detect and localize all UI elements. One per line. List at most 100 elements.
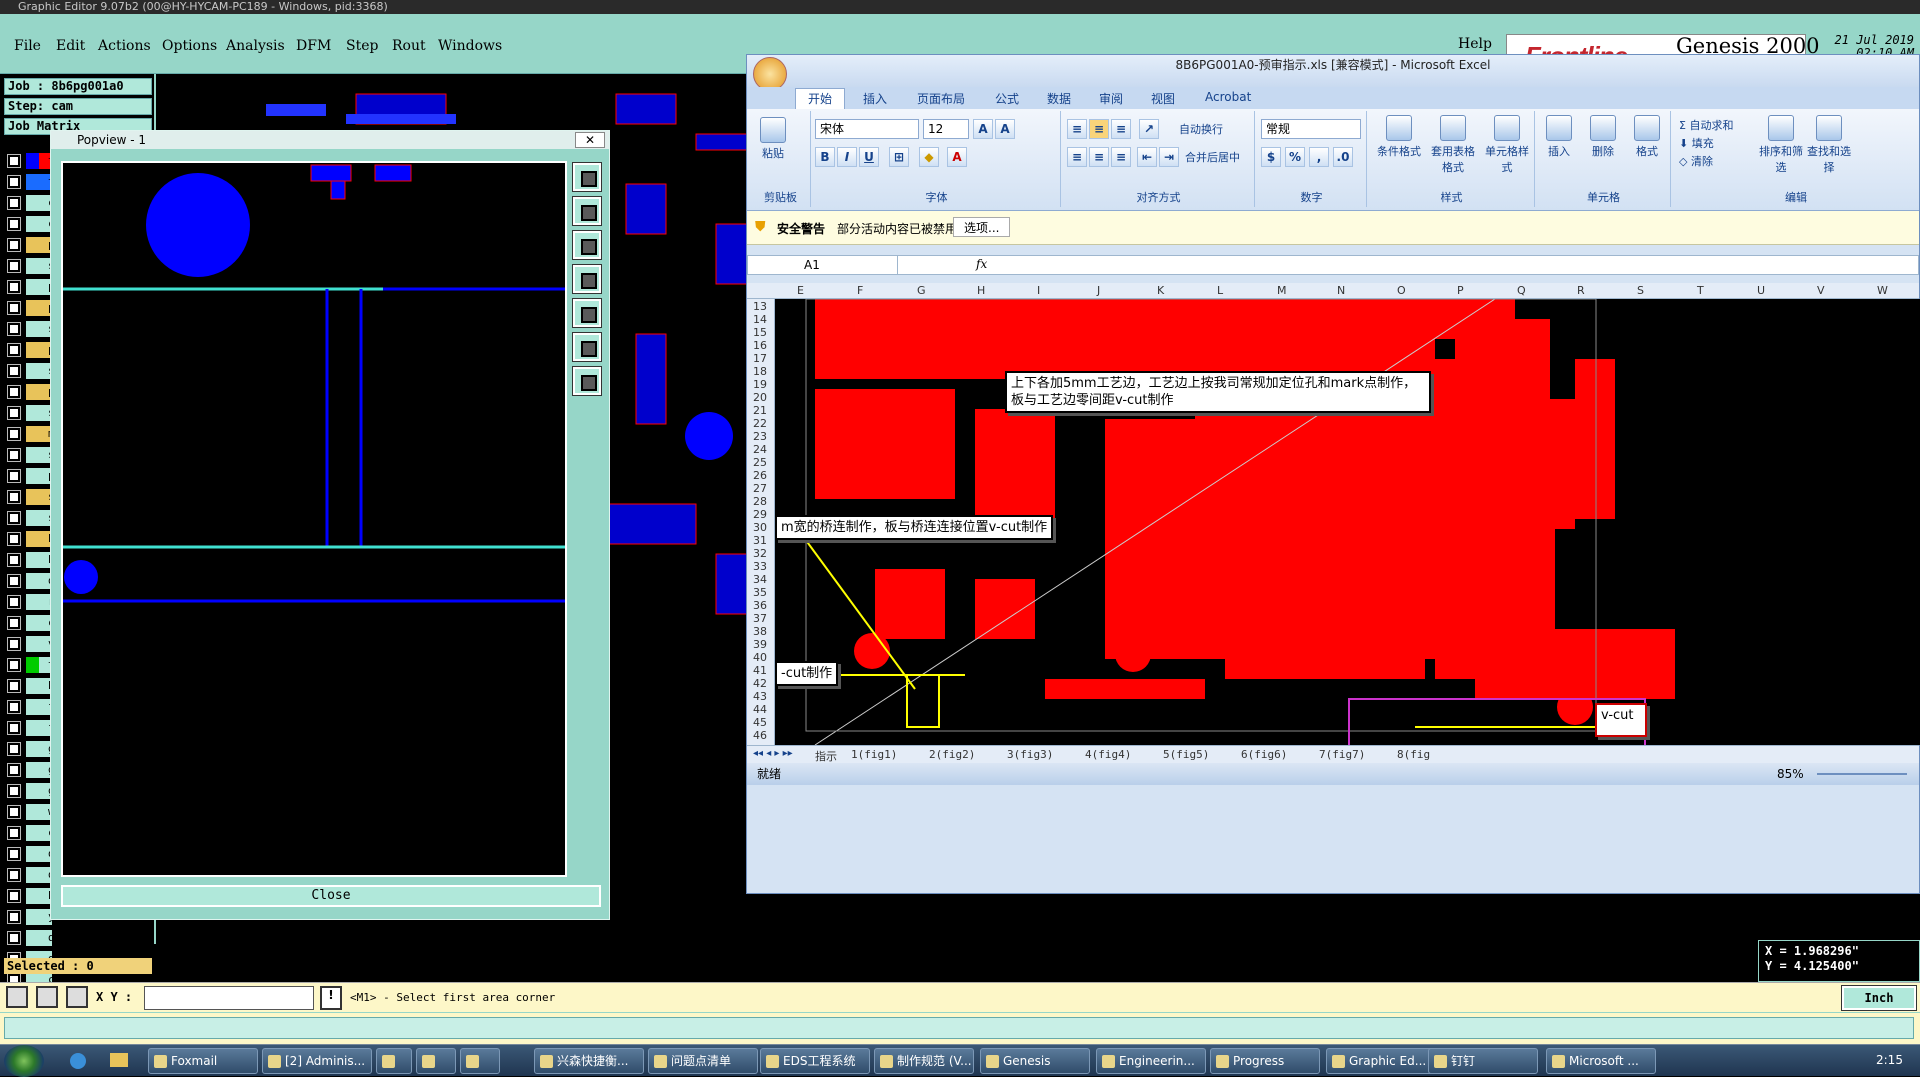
- layer-checkbox[interactable]: [7, 385, 21, 399]
- layer-checkbox[interactable]: [7, 406, 21, 420]
- taskbar-item[interactable]: [2] Adminis...: [262, 1048, 372, 1074]
- layer-row[interactable]: d: [6, 929, 55, 947]
- layer-checkbox[interactable]: [7, 490, 21, 504]
- layer-checkbox[interactable]: [7, 658, 21, 672]
- layer-row[interactable]: c: [6, 215, 55, 233]
- layer-row[interactable]: p: [6, 383, 55, 401]
- zoom-in-tool-icon[interactable]: [572, 162, 602, 192]
- layer-row[interactable]: c: [6, 614, 55, 632]
- row-header[interactable]: 14: [747, 313, 773, 326]
- name-box[interactable]: A1: [748, 256, 898, 274]
- sort-filter-button[interactable]: 排序和筛选: [1759, 115, 1803, 175]
- row-header[interactable]: 31: [747, 534, 773, 547]
- currency-icon[interactable]: $: [1261, 147, 1281, 167]
- sheet-tab-2[interactable]: 2(fig2): [929, 748, 975, 761]
- row-header[interactable]: 37: [747, 612, 773, 625]
- xy-input[interactable]: [144, 986, 314, 1010]
- row-header[interactable]: 43: [747, 690, 773, 703]
- layer-row[interactable]: s: [6, 509, 55, 527]
- layer-checkbox[interactable]: [7, 700, 21, 714]
- row-header[interactable]: 42: [747, 677, 773, 690]
- taskbar-item[interactable]: Progress: [1210, 1048, 1320, 1074]
- popview-close-icon[interactable]: ✕: [575, 132, 605, 148]
- paste-button[interactable]: 粘贴: [757, 117, 789, 161]
- column-header[interactable]: S: [1637, 284, 1644, 297]
- layer-checkbox[interactable]: [7, 469, 21, 483]
- layer-row[interactable]: p: [6, 278, 55, 296]
- layer-row[interactable]: p: [6, 467, 55, 485]
- align-bottom-icon[interactable]: ≡: [1111, 119, 1131, 139]
- merge-center-button[interactable]: 合并后居中: [1185, 149, 1255, 165]
- start-button-icon[interactable]: [4, 1045, 44, 1077]
- sheet-tab-1[interactable]: 1(fig1): [851, 748, 897, 761]
- row-header[interactable]: 19: [747, 378, 773, 391]
- popview-canvas[interactable]: [61, 161, 567, 877]
- decimal-icon[interactable]: .0: [1333, 147, 1353, 167]
- layer-checkbox[interactable]: [7, 805, 21, 819]
- menu-analysis[interactable]: Analysis: [226, 38, 285, 54]
- menu-actions[interactable]: Actions: [98, 38, 151, 54]
- layer-row[interactable]: c: [6, 194, 55, 212]
- column-header[interactable]: O: [1397, 284, 1406, 297]
- layer-checkbox[interactable]: [7, 721, 21, 735]
- layer-checkbox[interactable]: [7, 217, 21, 231]
- tab-review[interactable]: 审阅: [1099, 90, 1123, 107]
- column-header[interactable]: U: [1757, 284, 1765, 297]
- align-right-icon[interactable]: ≡: [1111, 147, 1131, 167]
- ie-icon[interactable]: [70, 1053, 86, 1069]
- layer-checkbox[interactable]: [7, 910, 21, 924]
- orientation-icon[interactable]: ↗: [1139, 119, 1159, 139]
- decrease-indent-icon[interactable]: ⇤: [1137, 147, 1157, 167]
- layer-checkbox[interactable]: [7, 532, 21, 546]
- number-format-combo[interactable]: 常规: [1261, 119, 1361, 139]
- column-header[interactable]: V: [1817, 284, 1825, 297]
- layer-row[interactable]: t: [6, 656, 55, 674]
- pan-left-tool-icon[interactable]: [572, 264, 602, 294]
- menu-options[interactable]: Options: [162, 38, 217, 54]
- layer-row[interactable]: d: [6, 866, 55, 884]
- layer-checkbox[interactable]: [7, 574, 21, 588]
- taskbar-item[interactable]: [416, 1048, 456, 1074]
- row-header[interactable]: 38: [747, 625, 773, 638]
- italic-icon[interactable]: I: [837, 147, 857, 167]
- info-icon[interactable]: !: [320, 986, 342, 1010]
- row-header[interactable]: 36: [747, 599, 773, 612]
- column-header[interactable]: R: [1577, 284, 1585, 297]
- layer-row[interactable]: r: [6, 593, 55, 611]
- layer-checkbox[interactable]: [7, 637, 21, 651]
- sheet-nav-icon[interactable]: ◂◂ ◂ ▸ ▸▸: [753, 748, 793, 759]
- layer-row[interactable]: p: [6, 299, 55, 317]
- fit-tool-icon[interactable]: [572, 332, 602, 362]
- bold-icon[interactable]: B: [815, 147, 835, 167]
- insert-cells-button[interactable]: 插入: [1539, 115, 1579, 159]
- layer-checkbox[interactable]: [7, 868, 21, 882]
- layer-checkbox[interactable]: [7, 847, 21, 861]
- sheet-tab-6[interactable]: 6(fig6): [1241, 748, 1287, 761]
- layer-checkbox[interactable]: [7, 679, 21, 693]
- tab-insert[interactable]: 插入: [863, 90, 887, 107]
- row-header[interactable]: 24: [747, 443, 773, 456]
- column-header[interactable]: F: [857, 284, 863, 297]
- layer-checkbox[interactable]: [7, 931, 21, 945]
- row-header[interactable]: 13: [747, 300, 773, 313]
- taskbar-item[interactable]: Genesis: [980, 1048, 1090, 1074]
- layer-row[interactable]: b: [6, 887, 55, 905]
- font-size-combo[interactable]: 12: [923, 119, 969, 139]
- row-header[interactable]: 17: [747, 352, 773, 365]
- percent-icon[interactable]: %: [1285, 147, 1305, 167]
- column-header[interactable]: T: [1697, 284, 1704, 297]
- layer-row[interactable]: d: [6, 572, 55, 590]
- popview-title-bar[interactable]: Popview - 1: [51, 131, 609, 149]
- menu-dfm[interactable]: DFM: [296, 38, 331, 54]
- office-button-icon[interactable]: [753, 57, 787, 91]
- layer-row[interactable]: s: [6, 257, 55, 275]
- format-cells-button[interactable]: 格式: [1627, 115, 1667, 159]
- zoom-slider[interactable]: [1817, 773, 1907, 775]
- zoom-level[interactable]: 85%: [1777, 763, 1804, 785]
- taskbar-item[interactable]: 制作规范 (V...: [874, 1048, 974, 1074]
- layer-checkbox[interactable]: [7, 154, 21, 168]
- taskbar-item[interactable]: 问题点清单: [648, 1048, 758, 1074]
- row-header[interactable]: 25: [747, 456, 773, 469]
- layer-row[interactable]: y: [6, 908, 55, 926]
- row-header[interactable]: 23: [747, 430, 773, 443]
